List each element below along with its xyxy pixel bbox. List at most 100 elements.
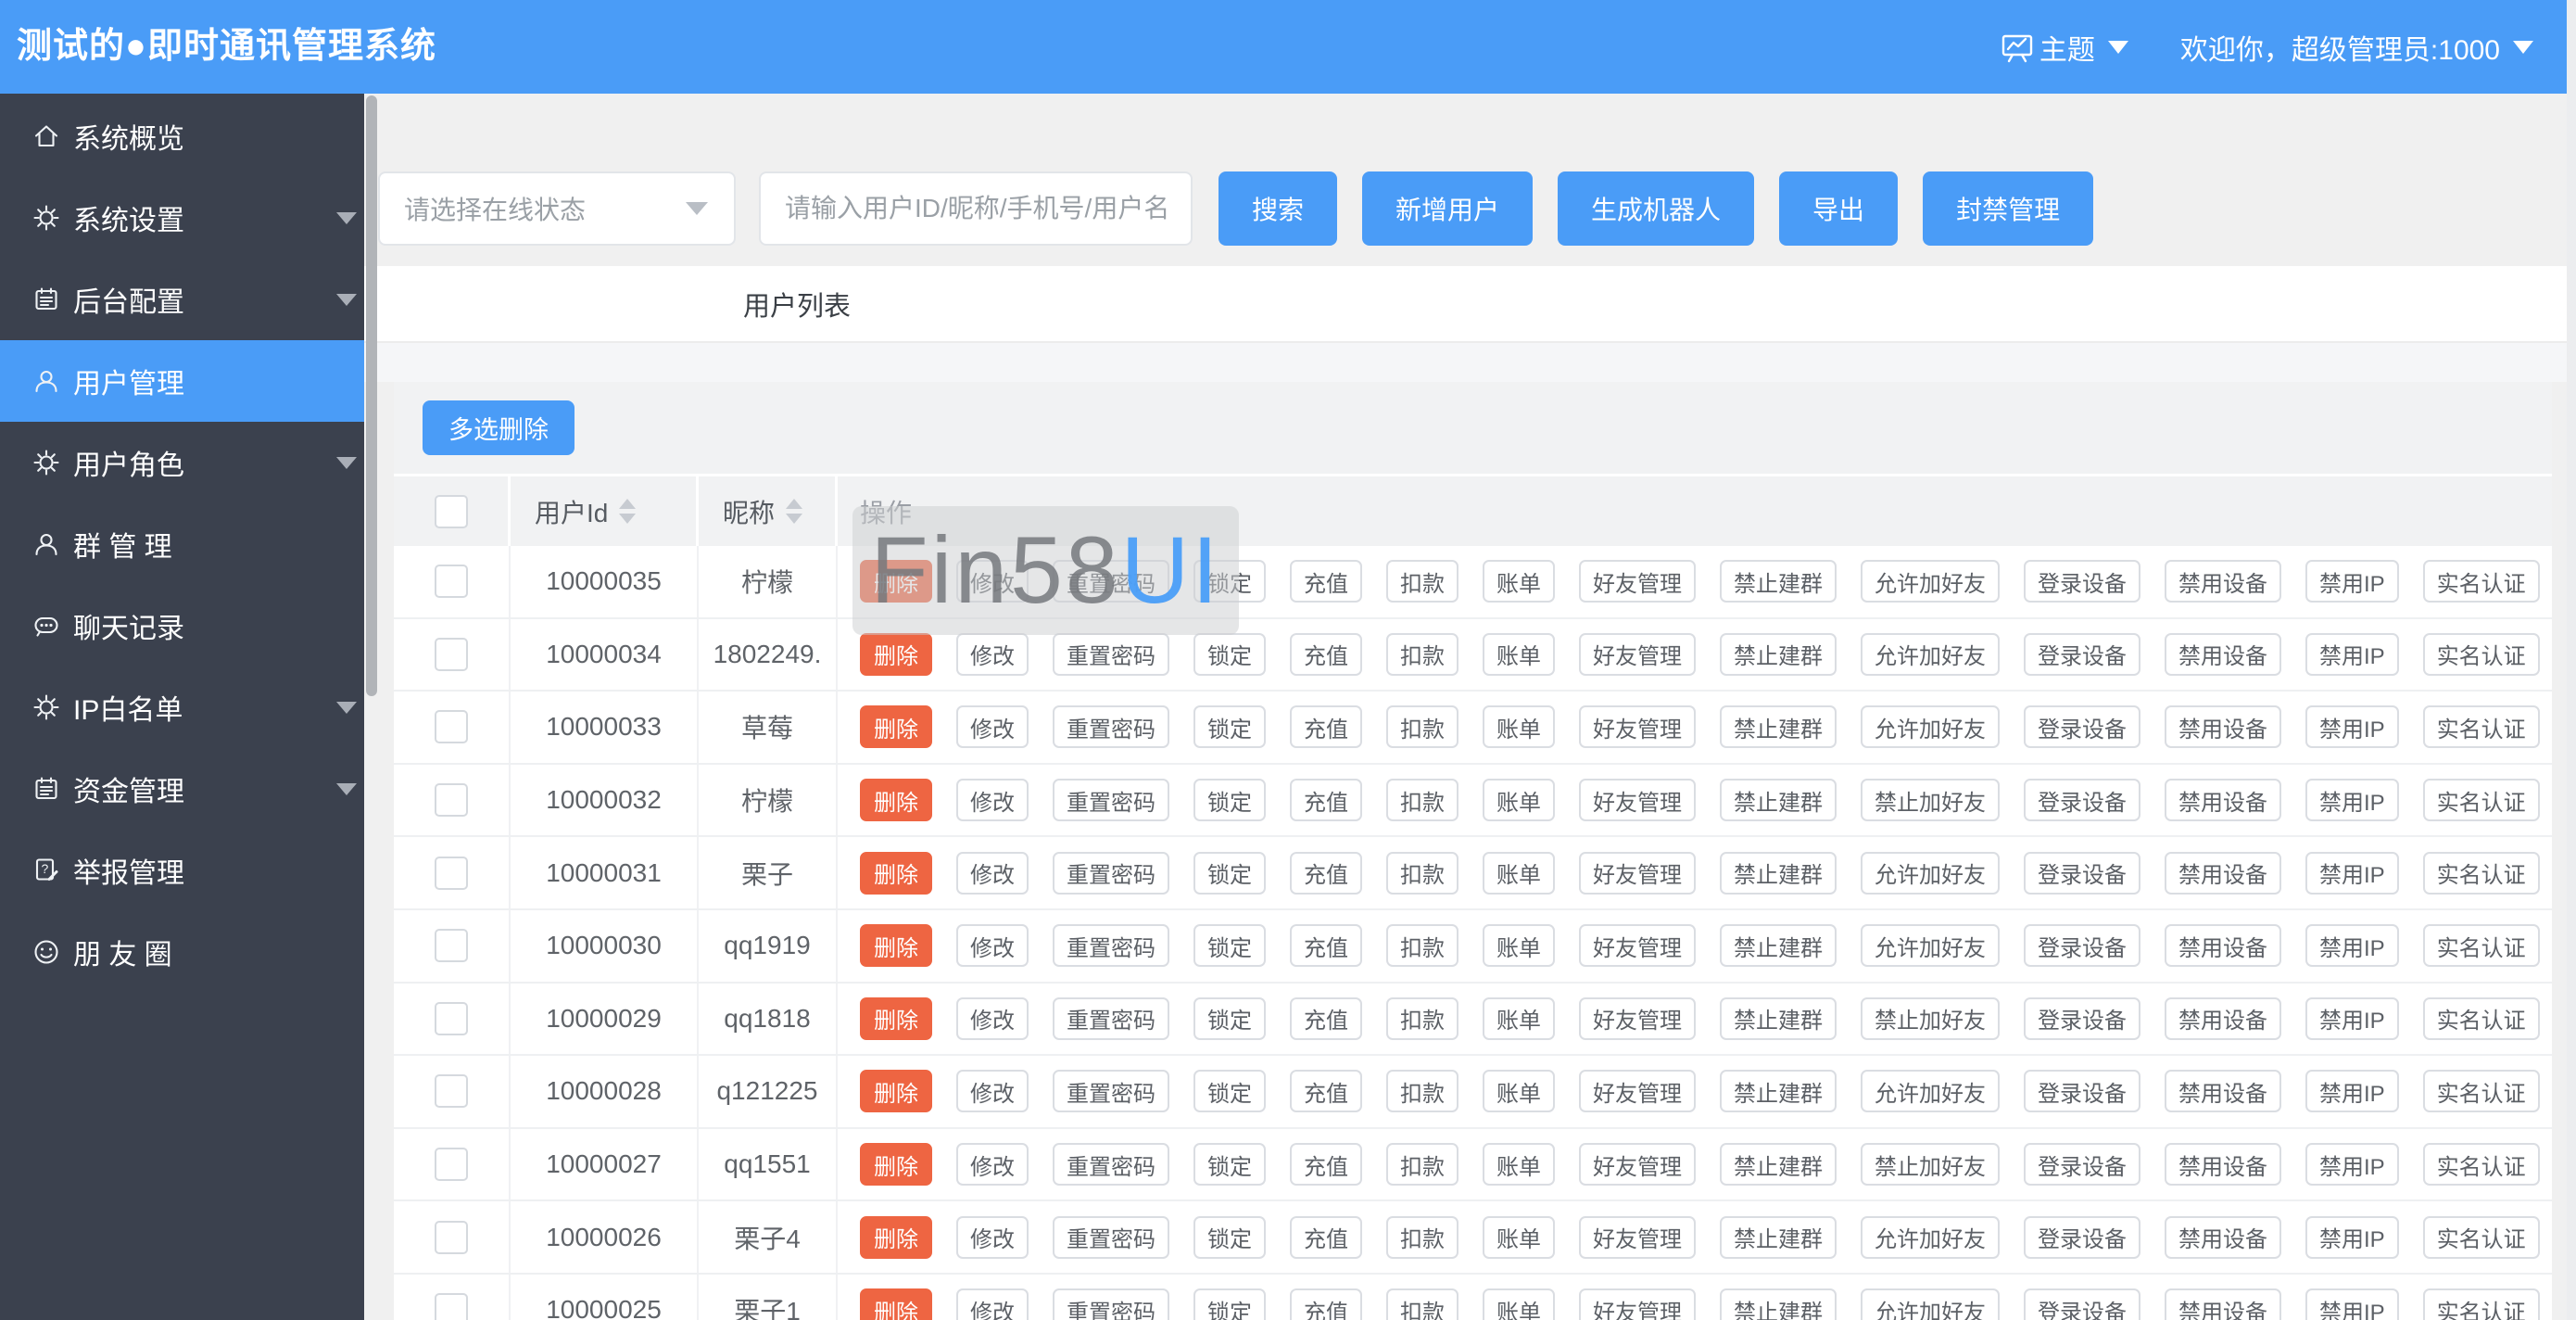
- action-button[interactable]: 允许加好友: [1861, 851, 2000, 895]
- welcome-user-menu[interactable]: 欢迎你，超级管理员:1000: [2180, 27, 2500, 68]
- action-button[interactable]: 扣款: [1386, 1288, 1458, 1320]
- action-button[interactable]: 禁用IP: [2305, 779, 2399, 822]
- action-button[interactable]: 充值: [1290, 705, 1362, 749]
- bulk-delete-button[interactable]: 多选删除: [423, 400, 575, 455]
- sidebar-item-smile[interactable]: 朋 友 圈: [0, 911, 364, 993]
- action-button[interactable]: 充值: [1290, 560, 1362, 603]
- action-button[interactable]: 重置密码: [1053, 851, 1169, 895]
- delete-button[interactable]: 删除: [860, 924, 932, 968]
- action-button[interactable]: 禁止建群: [1720, 1143, 1837, 1187]
- action-button[interactable]: 允许加好友: [1861, 560, 2000, 603]
- row-checkbox[interactable]: [435, 1220, 468, 1254]
- action-button[interactable]: 好友管理: [1579, 632, 1696, 676]
- action-button[interactable]: 禁止建群: [1720, 996, 1837, 1040]
- action-button[interactable]: 登录设备: [2024, 779, 2140, 822]
- sidebar-item-chat[interactable]: 聊天记录: [0, 585, 364, 666]
- sidebar-item-user-active[interactable]: 用户管理: [0, 340, 364, 422]
- action-button[interactable]: 账单: [1483, 1288, 1555, 1320]
- action-button[interactable]: 允许加好友: [1861, 924, 2000, 968]
- row-checkbox[interactable]: [435, 856, 468, 890]
- action-button[interactable]: 禁用设备: [2165, 560, 2281, 603]
- action-button[interactable]: 锁定: [1193, 924, 1266, 968]
- action-button[interactable]: 禁止加好友: [1861, 1143, 2000, 1187]
- action-button[interactable]: 禁用IP: [2305, 1143, 2399, 1187]
- action-button[interactable]: 实名认证: [2422, 1143, 2540, 1187]
- action-button[interactable]: 禁用IP: [2305, 1215, 2399, 1259]
- action-button[interactable]: 禁用IP: [2305, 705, 2399, 749]
- delete-button[interactable]: 删除: [860, 1215, 932, 1259]
- action-button[interactable]: 禁止加好友: [1861, 996, 2000, 1040]
- action-button[interactable]: 实名认证: [2422, 996, 2540, 1040]
- action-button[interactable]: 禁止建群: [1720, 924, 1837, 968]
- action-button[interactable]: 扣款: [1386, 1215, 1458, 1259]
- action-button[interactable]: 登录设备: [2024, 1070, 2140, 1113]
- action-button[interactable]: 允许加好友: [1861, 1070, 2000, 1113]
- action-button[interactable]: 好友管理: [1579, 705, 1696, 749]
- row-checkbox[interactable]: [435, 1293, 468, 1320]
- action-button[interactable]: 禁止建群: [1720, 632, 1837, 676]
- action-button[interactable]: 扣款: [1386, 705, 1458, 749]
- add-user-button[interactable]: 新增用户: [1362, 171, 1534, 246]
- action-button[interactable]: 修改: [956, 1070, 1029, 1113]
- row-checkbox[interactable]: [435, 637, 468, 671]
- action-button[interactable]: 实名认证: [2422, 1215, 2540, 1259]
- action-button[interactable]: 登录设备: [2024, 851, 2140, 895]
- action-button[interactable]: 禁止建群: [1720, 1288, 1837, 1320]
- action-button[interactable]: 充值: [1290, 779, 1362, 822]
- action-button[interactable]: 锁定: [1193, 632, 1266, 676]
- action-button[interactable]: 禁用IP: [2305, 560, 2399, 603]
- header-nickname[interactable]: 昵称: [699, 476, 838, 546]
- action-button[interactable]: 扣款: [1386, 851, 1458, 895]
- row-checkbox[interactable]: [435, 783, 468, 818]
- action-button[interactable]: 实名认证: [2422, 1288, 2540, 1320]
- action-button[interactable]: 重置密码: [1053, 560, 1169, 603]
- action-button[interactable]: 重置密码: [1053, 705, 1169, 749]
- generate-robot-button[interactable]: 生成机器人: [1558, 171, 1755, 246]
- action-button[interactable]: 禁用IP: [2305, 851, 2399, 895]
- action-button[interactable]: 实名认证: [2422, 560, 2540, 603]
- row-checkbox[interactable]: [435, 1148, 468, 1182]
- theme-chevron-down-icon[interactable]: [2107, 40, 2128, 54]
- action-button[interactable]: 禁止建群: [1720, 1070, 1837, 1113]
- action-button[interactable]: 扣款: [1386, 779, 1458, 822]
- action-button[interactable]: 账单: [1483, 996, 1555, 1040]
- delete-button[interactable]: 删除: [860, 1288, 932, 1320]
- action-button[interactable]: 登录设备: [2024, 1215, 2140, 1259]
- action-button[interactable]: 允许加好友: [1861, 1215, 2000, 1259]
- action-button[interactable]: 禁用设备: [2165, 1070, 2281, 1113]
- action-button[interactable]: 好友管理: [1579, 996, 1696, 1040]
- action-button[interactable]: 重置密码: [1053, 996, 1169, 1040]
- action-button[interactable]: 允许加好友: [1861, 632, 2000, 676]
- delete-button[interactable]: 删除: [860, 705, 932, 749]
- action-button[interactable]: 锁定: [1193, 779, 1266, 822]
- action-button[interactable]: 锁定: [1193, 851, 1266, 895]
- delete-button[interactable]: 删除: [860, 996, 932, 1040]
- row-checkbox[interactable]: [435, 710, 468, 744]
- sidebar-item-gear[interactable]: IP白名单: [0, 666, 364, 748]
- user-chevron-down-icon[interactable]: [2513, 40, 2533, 54]
- action-button[interactable]: 锁定: [1193, 1070, 1266, 1113]
- action-button[interactable]: 充值: [1290, 996, 1362, 1040]
- action-button[interactable]: 禁用设备: [2165, 1288, 2281, 1320]
- action-button[interactable]: 好友管理: [1579, 1070, 1696, 1113]
- sidebar-item-gear[interactable]: 用户角色: [0, 422, 364, 503]
- action-button[interactable]: 充值: [1290, 1070, 1362, 1113]
- action-button[interactable]: 充值: [1290, 1215, 1362, 1259]
- action-button[interactable]: 禁用IP: [2305, 924, 2399, 968]
- row-checkbox[interactable]: [435, 565, 468, 599]
- row-checkbox[interactable]: [435, 1001, 468, 1035]
- action-button[interactable]: 登录设备: [2024, 1143, 2140, 1187]
- action-button[interactable]: 好友管理: [1579, 1288, 1696, 1320]
- action-button[interactable]: 账单: [1483, 632, 1555, 676]
- action-button[interactable]: 好友管理: [1579, 924, 1696, 968]
- action-button[interactable]: 实名认证: [2422, 851, 2540, 895]
- action-button[interactable]: 重置密码: [1053, 1215, 1169, 1259]
- action-button[interactable]: 好友管理: [1579, 560, 1696, 603]
- action-button[interactable]: 禁用设备: [2165, 1215, 2281, 1259]
- action-button[interactable]: 修改: [956, 1288, 1029, 1320]
- delete-button[interactable]: 删除: [860, 632, 932, 676]
- action-button[interactable]: 登录设备: [2024, 996, 2140, 1040]
- action-button[interactable]: 禁用IP: [2305, 632, 2399, 676]
- sidebar-item-gear[interactable]: 系统设置: [0, 177, 364, 259]
- action-button[interactable]: 实名认证: [2422, 779, 2540, 822]
